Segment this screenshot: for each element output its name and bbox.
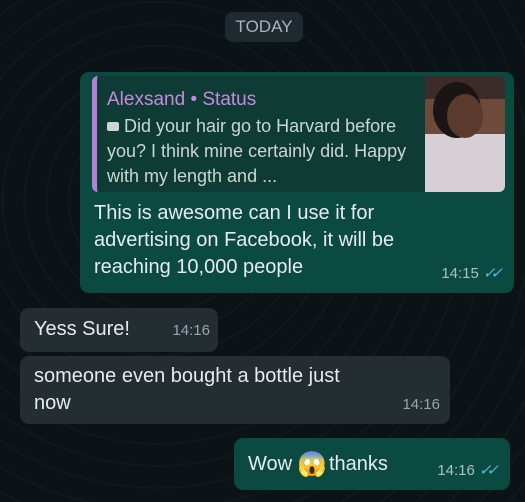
message-text: This is awesome can I use it for adverti… (94, 202, 395, 278)
message-text: Yess Sure! (34, 318, 130, 340)
double-check-icon: ✓✓ (482, 265, 503, 282)
date-badge: TODAY (225, 12, 303, 42)
quote-author: Alexsand • Status (107, 89, 257, 110)
message-bubble[interactable]: Wow 😱 thanks 14:16 ✓✓ (234, 438, 510, 490)
video-camera-icon (107, 122, 119, 131)
message-bubble[interactable]: Alexsand • Status Did your hair go to Ha… (80, 72, 514, 293)
message-text: Wow (248, 453, 293, 475)
message-bubble[interactable]: Yess Sure! 14:16 (20, 308, 218, 352)
message-time: 14:16 (172, 322, 210, 339)
message-time: 14:16 (437, 462, 475, 479)
message-time: 14:16 (402, 396, 440, 413)
double-check-icon: ✓✓ (478, 462, 499, 479)
quoted-status[interactable]: Alexsand • Status Did your hair go to Ha… (92, 76, 505, 192)
face-screaming-emoji-icon: 😱 (297, 451, 327, 478)
message-text: someone even bought a bottle just now (34, 365, 340, 414)
message-time: 14:15 (441, 265, 479, 282)
quote-text: Did your hair go to Harvard before you? … (107, 116, 407, 186)
message-bubble[interactable]: someone even bought a bottle just now 14… (20, 356, 450, 424)
status-thumbnail (425, 76, 505, 192)
message-text: thanks (328, 453, 388, 475)
